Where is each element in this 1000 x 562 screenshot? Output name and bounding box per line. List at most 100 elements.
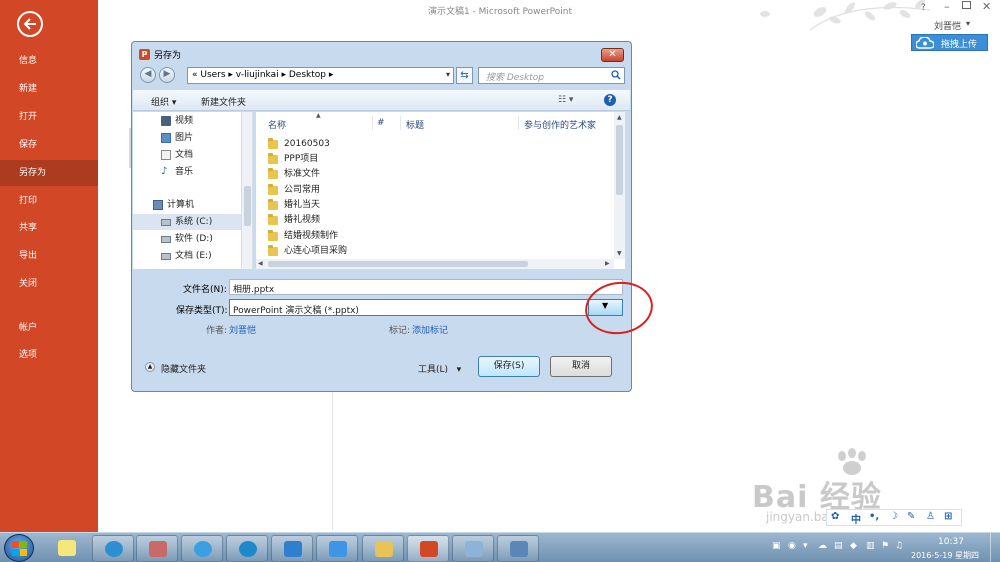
taskbar-baidu-cloud[interactable] (316, 535, 358, 562)
ime-grid-icon[interactable]: ⊞ (944, 511, 952, 522)
minimize-button[interactable]: – (944, 0, 950, 13)
menu-open[interactable]: 打开 (0, 104, 98, 130)
nav-scrollbar[interactable] (241, 112, 252, 269)
tray-expand-icon[interactable]: ▾ (803, 541, 808, 551)
nav-item-computer[interactable]: 计算机 (133, 197, 243, 213)
taskbar-app-2[interactable] (226, 535, 268, 562)
save-button[interactable]: 保存(S) (478, 356, 540, 377)
nav-item-videos[interactable]: 视频 (133, 113, 243, 129)
scroll-right-icon[interactable]: ▶ (605, 260, 610, 267)
tray-app-icon[interactable]: ◆ (850, 541, 857, 551)
user-menu-caret-icon[interactable]: ▾ (966, 19, 970, 28)
help-icon[interactable]: ? (604, 94, 616, 106)
column-header-artist[interactable]: 参与创作的艺术家 (524, 118, 596, 131)
taskbar-powerpoint[interactable] (407, 535, 449, 562)
menu-close[interactable]: 关闭 (0, 271, 98, 297)
refresh-button[interactable]: ⇆ (456, 67, 473, 84)
breadcrumb[interactable]: « Users ▸ v-liujinkai ▸ Desktop ▸ (192, 70, 333, 80)
taskbar-snipping-tool[interactable] (136, 535, 178, 562)
taskbar-cloud-app[interactable] (271, 535, 313, 562)
menu-new[interactable]: 新建 (0, 76, 98, 102)
tags-value[interactable]: 添加标记 (412, 323, 448, 336)
pane-divider (332, 390, 333, 530)
nav-item-pictures[interactable]: 图片 (133, 130, 243, 146)
menu-save-as[interactable]: 另存为 (0, 160, 98, 186)
nav-item-documents[interactable]: 文档 (133, 147, 243, 163)
documents-icon (161, 150, 171, 160)
tray-volume-icon[interactable]: ♫ (895, 541, 903, 551)
ime-user-icon[interactable]: ♙ (926, 511, 935, 522)
taskbar-explorer[interactable] (362, 535, 404, 562)
author-value[interactable]: 刘晋恺 (229, 323, 256, 336)
menu-share[interactable]: 共享 (0, 215, 98, 241)
organize-menu[interactable]: 组织 ▾ (151, 95, 176, 108)
cancel-button[interactable]: 取消 (550, 356, 612, 377)
maximize-button[interactable] (962, 1, 971, 9)
nav-scroll-thumb[interactable] (244, 186, 251, 226)
start-button[interactable] (4, 534, 34, 562)
filename-field[interactable]: 相册.pptx (229, 279, 623, 295)
menu-info[interactable]: 信息 (0, 48, 98, 74)
search-input[interactable]: 搜索 Desktop (478, 67, 625, 84)
nav-item-drive-d[interactable]: 软件 (D:) (133, 231, 243, 247)
ime-paw-icon[interactable]: ✿ (831, 511, 839, 522)
user-name[interactable]: 刘晋恺 (934, 19, 961, 32)
clock-time[interactable]: 10:37 (938, 537, 964, 547)
folder-icon (375, 541, 393, 557)
ie-icon (194, 541, 212, 557)
help-button[interactable]: ? (921, 3, 926, 13)
dialog-close-button[interactable]: ✕ (601, 48, 624, 62)
taskbar-photo-viewer[interactable] (497, 535, 539, 562)
address-bar[interactable]: « Users ▸ v-liujinkai ▸ Desktop ▸ ▾ (187, 67, 454, 84)
scroll-down-icon[interactable]: ▼ (617, 250, 622, 257)
show-desktop-button[interactable] (990, 533, 1000, 562)
views-menu[interactable]: ☷ ▾ (558, 95, 573, 105)
menu-save[interactable]: 保存 (0, 132, 98, 158)
tray-help-icon[interactable]: ◉ (788, 541, 796, 551)
drag-upload-button[interactable]: 拖拽上传 (911, 34, 988, 51)
column-separator (372, 116, 373, 130)
taskbar-paint[interactable] (452, 535, 494, 562)
vertical-scroll-thumb[interactable] (616, 125, 623, 195)
nav-item-drive-c[interactable]: 系统 (C:) (133, 214, 243, 230)
column-header-title[interactable]: 标题 (406, 118, 424, 131)
menu-options[interactable]: 选项 (0, 342, 98, 368)
back-button[interactable] (17, 11, 43, 37)
folder-icon (268, 153, 278, 164)
ime-pen-icon[interactable]: ✎ (907, 511, 915, 522)
column-header-number[interactable]: # (377, 118, 385, 128)
tray-cloud-icon[interactable]: ☁ (818, 541, 827, 551)
scroll-left-icon[interactable]: ◀ (258, 260, 263, 267)
nav-back-button[interactable]: ◀ (140, 67, 156, 83)
window-close-button[interactable]: ✕ (982, 0, 991, 13)
nav-item-drive-e[interactable]: 文档 (E:) (133, 248, 243, 264)
tray-photo-icon[interactable]: ▣ (772, 541, 781, 551)
nav-item-music[interactable]: ♪ 音乐 (133, 164, 243, 180)
clock-date[interactable]: 2016-5-19 星期四 (911, 550, 979, 561)
file-list-horizontal-scrollbar[interactable]: ◀ ▶ (256, 259, 614, 269)
taskbar-app-1[interactable] (92, 535, 134, 562)
taskbar-sticky-notes[interactable] (46, 535, 88, 562)
horizontal-scroll-thumb[interactable] (268, 261, 528, 267)
ime-moon-icon[interactable]: ☽ (889, 511, 898, 522)
taskbar-internet-explorer[interactable] (181, 535, 223, 562)
ime-chinese-mode[interactable]: 中 (851, 511, 861, 526)
ime-punctuation-icon[interactable]: •, (869, 511, 879, 522)
scroll-up-icon[interactable]: ▲ (617, 114, 622, 121)
file-list-vertical-scrollbar[interactable]: ▲ ▼ (614, 112, 625, 259)
tray-display-icon[interactable]: ▤ (834, 541, 843, 551)
new-folder-button[interactable]: 新建文件夹 (201, 95, 246, 108)
filetype-select[interactable]: PowerPoint 演示文稿 (*.pptx) ▼ (229, 299, 623, 316)
tray-flag-icon[interactable]: ⚑ (881, 541, 889, 551)
nav-forward-button[interactable]: ▶ (159, 67, 175, 83)
author-label: 作者: (206, 326, 228, 336)
column-header-name[interactable]: 名称 (268, 118, 286, 131)
menu-account[interactable]: 帐户 (0, 315, 98, 341)
menu-export[interactable]: 导出 (0, 243, 98, 269)
tray-network-icon[interactable]: ▥ (866, 541, 875, 551)
menu-print[interactable]: 打印 (0, 188, 98, 214)
folder-icon (268, 214, 278, 225)
tools-menu[interactable]: 工具(L) ▾ (418, 362, 461, 375)
address-dropdown-icon[interactable]: ▾ (446, 70, 450, 79)
ime-toolbar: ✿ 中 •, ☽ ✎ ♙ ⊞ (826, 509, 962, 526)
